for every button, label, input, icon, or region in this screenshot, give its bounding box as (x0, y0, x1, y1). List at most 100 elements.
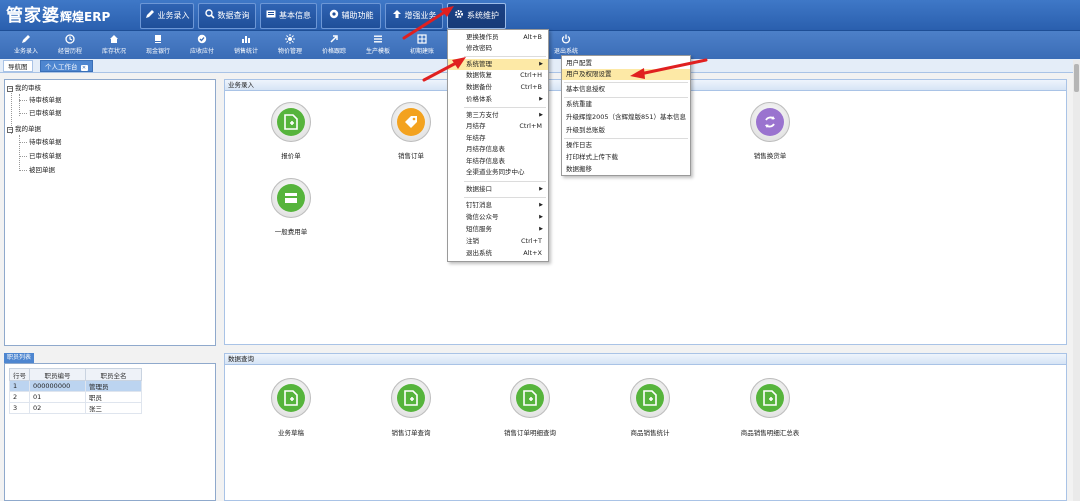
menu-item-data-interface[interactable]: 数据接口 ▶ (448, 184, 548, 195)
sales-order-detail-icon[interactable] (510, 378, 550, 418)
toolbar-initial-setup[interactable]: 初期建账 (400, 33, 444, 58)
arrow-upright-icon (329, 34, 339, 44)
menu-auxiliary[interactable]: 辅助功能 (321, 3, 381, 29)
tab-navigation[interactable]: 导航图 (3, 60, 33, 72)
submenu-arrow-icon: ▶ (539, 214, 543, 220)
sales-order-icon[interactable] (391, 102, 431, 142)
power-icon (561, 34, 571, 44)
menu-item-change-operator[interactable]: 更换操作员 Alt+B (448, 32, 548, 43)
tree-item-audited[interactable]: 已审核单据 (29, 108, 62, 119)
submenu-arrow-icon: ▶ (539, 112, 543, 118)
menu-item-exit[interactable]: 退出系统 Alt+X (448, 248, 548, 259)
submenu-arrow-icon: ▶ (539, 61, 543, 67)
menu-item-logout[interactable]: 注销 Ctrl+T (448, 236, 548, 247)
toolbar-cash-bank[interactable]: 现金银行 (136, 33, 180, 58)
toolbar-sales-statistics[interactable]: 销售统计 (224, 33, 268, 58)
menu-item-system-management[interactable]: 系统管理 ▶ (448, 59, 548, 70)
submenu-system-rebuild[interactable]: 系统重建 (562, 99, 690, 110)
submenu-data-migration[interactable]: 数据搬移 (562, 164, 690, 175)
menu-item-dingtalk[interactable]: 钉钉消息 ▶ (448, 200, 548, 211)
submenu-operation-log[interactable]: 操作日志 (562, 140, 690, 151)
data-query-panel: 数据查询 业务草稿 销售订单查询 销售订单明细查询 商品销售统计 商品销售明细汇… (224, 353, 1067, 501)
vertical-scrollbar[interactable] (1073, 60, 1080, 501)
toolbar-stock-status[interactable]: 库存状况 (92, 33, 136, 58)
toolbar-price-tracking[interactable]: 价格跟踪 (312, 33, 356, 58)
submenu-upgrade-ledger[interactable]: 升级到总账版 (562, 125, 690, 136)
quotation-label[interactable]: 报价单 (246, 150, 336, 160)
submenu-print-style[interactable]: 打印样式上传下载 (562, 152, 690, 163)
submenu-user-permission[interactable]: 用户及权限设置 (562, 69, 690, 80)
toolbar-receivable-payable[interactable]: 应收应付 (180, 33, 224, 58)
sales-order-label[interactable]: 销售订单 (366, 150, 456, 160)
product-sales-summary-label[interactable]: 商品销售明细汇总表 (725, 427, 815, 437)
menu-item-data-backup[interactable]: 数据备份 Ctrl+B (448, 82, 548, 93)
col-header-emp-name[interactable]: 职员全名 (85, 368, 142, 381)
panel-title: 数据查询 (225, 354, 1066, 365)
menu-item-yearly-close[interactable]: 年结存 (448, 133, 548, 144)
tree-item-my-pending[interactable]: 待审核单据 (29, 137, 62, 148)
menu-item-monthly-close[interactable]: 月结存 Ctrl+M (448, 121, 548, 132)
tree-group-my-audit[interactable]: − 我的审核 (7, 83, 41, 94)
gear-circle-icon (329, 9, 339, 19)
pencil-icon (145, 9, 155, 19)
table-row[interactable]: 2 01 职员 (9, 391, 142, 403)
menu-item-change-password[interactable]: 修改密码 (448, 43, 548, 54)
general-expense-label[interactable]: 一般费用单 (246, 226, 336, 236)
product-sales-stats-label[interactable]: 商品销售统计 (605, 427, 695, 437)
list-icon (373, 34, 383, 44)
table-row[interactable]: 1 000000000 管理员 (9, 380, 142, 392)
quotation-icon[interactable] (271, 102, 311, 142)
menu-item-yearly-info[interactable]: 年结存信息表 (448, 156, 548, 167)
toolbar-production-template[interactable]: 生产模板 (356, 33, 400, 58)
toolbar-operation-history[interactable]: 经营历程 (48, 33, 92, 58)
toolbar-price-management[interactable]: 物价管理 (268, 33, 312, 58)
product-sales-stats-icon[interactable] (630, 378, 670, 418)
tree-item-my-audited[interactable]: 已审核单据 (29, 151, 62, 162)
sales-exchange-icon[interactable] (750, 102, 790, 142)
sales-order-query-icon[interactable] (391, 378, 431, 418)
menu-item-sms[interactable]: 短信服务 ▶ (448, 224, 548, 235)
search-icon (204, 9, 215, 19)
tree-item-pending-audit[interactable]: 待审核单据 (29, 95, 62, 106)
menu-business-entry[interactable]: 业务录入 (140, 3, 194, 29)
collapse-icon[interactable]: − (7, 127, 13, 133)
menu-data-query[interactable]: 数据查询 (198, 3, 256, 29)
clock-icon (65, 34, 75, 44)
menu-basic-info[interactable]: 基本信息 (260, 3, 317, 29)
tree-group-my-documents[interactable]: − 我的单据 (7, 124, 41, 135)
business-draft-icon[interactable] (271, 378, 311, 418)
product-sales-summary-icon[interactable] (750, 378, 790, 418)
menu-system-maintenance[interactable]: 系统维护 (447, 3, 506, 29)
submenu-upgrade-basic-info[interactable]: 升级辉煌2005（含辉煌版851）基本信息 (562, 112, 690, 123)
collapse-icon[interactable]: − (7, 86, 13, 92)
menu-item-monthly-info[interactable]: 月结存信息表 (448, 144, 548, 155)
menu-item-data-restore[interactable]: 数据恢复 Ctrl+H (448, 70, 548, 81)
col-header-row-no[interactable]: 行号 (9, 368, 30, 381)
employee-list-title: 职员列表 (4, 353, 35, 363)
gear-icon (454, 9, 464, 19)
tree-item-rejected[interactable]: 被回单据 (29, 165, 55, 176)
tab-workbench[interactable]: 个人工作台 ✕ (40, 60, 93, 72)
submenu-basic-info-auth[interactable]: 基本信息授权 (562, 84, 690, 95)
menu-enhanced-business[interactable]: 增强业务 (385, 3, 443, 29)
menu-item-third-party-pay[interactable]: 第三方支付 ▶ (448, 110, 548, 121)
menu-item-omnichannel-sync[interactable]: 全渠道业务同步中心 (448, 167, 548, 178)
info-card-icon (266, 9, 276, 19)
scrollbar-thumb[interactable] (1074, 64, 1079, 92)
table-row[interactable]: 3 02 张三 (9, 402, 142, 414)
menu-item-price-system[interactable]: 价格体系 ▶ (448, 94, 548, 105)
close-icon[interactable]: ✕ (80, 65, 88, 71)
col-header-emp-code[interactable]: 职员编号 (29, 368, 86, 381)
submenu-arrow-icon: ▶ (539, 96, 543, 102)
general-expense-icon[interactable] (271, 178, 311, 218)
submenu-user-config[interactable]: 用户配置 (562, 58, 690, 69)
sales-exchange-label[interactable]: 销售换货单 (725, 150, 815, 160)
toolbar-business-entry[interactable]: 业务录入 (4, 33, 48, 58)
menu-item-wechat[interactable]: 微信公众号 ▶ (448, 212, 548, 223)
submenu-arrow-icon: ▶ (539, 186, 543, 192)
bar-chart-icon (241, 34, 251, 44)
sales-order-detail-label[interactable]: 销售订单明细查询 (485, 427, 575, 437)
sales-order-query-label[interactable]: 销售订单查询 (366, 427, 456, 437)
business-draft-label[interactable]: 业务草稿 (246, 427, 336, 437)
book-icon (153, 34, 163, 44)
